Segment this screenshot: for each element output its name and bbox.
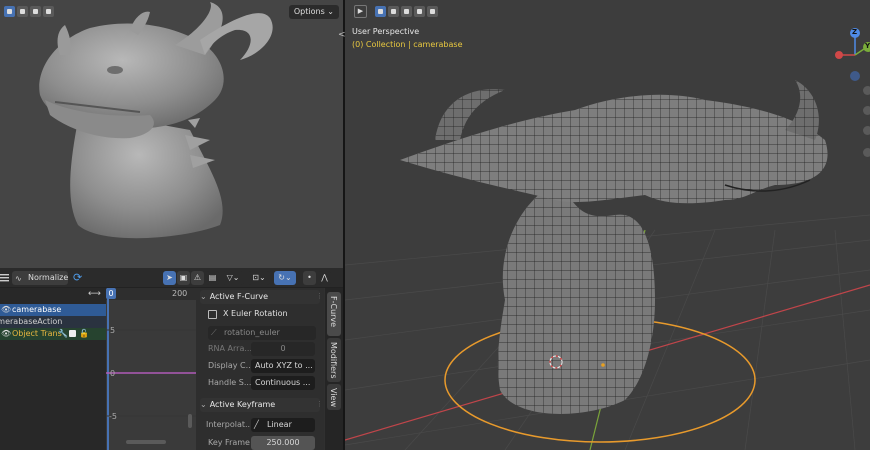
display-color-label: Display C... — [208, 361, 254, 370]
rna-array-field[interactable]: 0 — [251, 342, 315, 356]
select-mode-difference-icon[interactable] — [427, 6, 438, 17]
interpolation-dropdown[interactable]: ╱ Linear — [251, 418, 315, 432]
sidebar-panel: ⌄ Active F-Curve X Euler Rotation ⟋ rotat… — [196, 288, 330, 450]
filter-dropdown-icon[interactable]: ▽⌄ — [222, 271, 244, 285]
normalize-curve-icon: ∿ — [15, 274, 22, 283]
tab-label: View — [329, 388, 338, 407]
curve-canvas[interactable] — [106, 288, 196, 450]
current-frame-indicator[interactable]: 0 — [106, 288, 116, 299]
vertical-scrollbar — [188, 414, 192, 428]
key-frame-label: Key Frame — [208, 438, 250, 447]
ortho-toggle-icon[interactable] — [863, 148, 870, 157]
rna-path-value: rotation_euler — [224, 328, 280, 337]
dragon-mesh — [400, 80, 828, 414]
only-errors-warning-icon[interactable]: ⚠ — [191, 271, 204, 285]
show-hidden-icon[interactable]: ▣ — [177, 271, 190, 285]
select-mode-subtract-icon[interactable] — [30, 6, 41, 17]
channel-checkbox[interactable] — [69, 330, 76, 337]
visibility-eye-icon[interactable]: 👁 — [1, 304, 11, 316]
visibility-eye-icon[interactable]: 👁 — [1, 328, 11, 340]
handle-smoothing-value: Continuous ... — [255, 378, 311, 387]
tab-label: Modifiers — [329, 342, 338, 379]
play-toggle-icon[interactable]: ▶ — [354, 5, 367, 18]
render-header: Options ⌄ — [0, 0, 343, 22]
menu-icon[interactable] — [0, 273, 9, 282]
viewport-perspective-label: User Perspective — [352, 27, 420, 36]
options-dropdown[interactable]: Options ⌄ — [288, 5, 339, 19]
object-origin — [601, 363, 605, 367]
interpolation-label: Interpolat... — [206, 420, 253, 429]
proportional-edit-icon[interactable]: • — [303, 271, 316, 285]
pan-icon[interactable] — [863, 106, 870, 115]
select-mode-new-icon[interactable] — [4, 6, 15, 17]
rna-array-label: RNA Arra... — [208, 344, 252, 353]
y-tick-label: 5 — [110, 326, 116, 335]
handle-smoothing-label: Handle S... — [208, 378, 252, 387]
tab-fcurve[interactable]: F-Curve — [327, 292, 341, 336]
horizontal-scrollbar — [126, 440, 166, 444]
expand-channels-icon[interactable]: ⟷ — [88, 289, 101, 299]
active-fcurve-header[interactable]: ⌄ Active F-Curve — [200, 290, 320, 304]
select-mode-subtract-icon[interactable] — [401, 6, 412, 17]
gizmo-z-label: Z — [852, 28, 858, 36]
display-color-dropdown[interactable]: Auto XYZ to ... — [251, 359, 315, 373]
interpolation-value: Linear — [267, 420, 292, 429]
channel-color-swatch[interactable] — [208, 310, 217, 319]
auto-snap-icon[interactable]: ↻⌄ — [274, 271, 296, 285]
falloff-curve-icon[interactable]: ⋀ — [318, 271, 331, 285]
select-mode-intersect-icon[interactable] — [43, 6, 54, 17]
active-keyframe-header[interactable]: ⌄ Active Keyframe — [200, 398, 320, 412]
curve-area[interactable]: 0 200 5 0 -5 — [106, 288, 196, 450]
viewport-collection-label: (0) Collection | camerabase — [352, 40, 463, 49]
select-mode-buttons[interactable] — [4, 6, 56, 19]
3d-viewport[interactable]: Z Y ▶ User Perspective (0) Collection | … — [345, 0, 870, 450]
select-mode-intersect-icon[interactable] — [414, 6, 425, 17]
channel-list: ⟷ 👁 camerabase camerabaseAction 👁 Object… — [0, 288, 106, 450]
handle-smoothing-dropdown[interactable]: Continuous ... — [251, 376, 315, 390]
select-mode-extend-icon[interactable] — [17, 6, 28, 17]
channel-label: camerabaseAction — [0, 317, 63, 326]
graph-editor: ∿ Normalize ⟳ ➤ ▣ ⚠ ▤ ▽⌄ ⊡⌄ ↻⌄ • ⋀ ⟷ 👁 c… — [0, 268, 343, 450]
graph-editor-header: ∿ Normalize ⟳ ➤ ▣ ⚠ ▤ ▽⌄ ⊡⌄ ↻⌄ • ⋀ — [0, 268, 343, 288]
normalize-toggle[interactable]: ∿ Normalize — [12, 271, 68, 285]
select-mode-buttons[interactable] — [375, 6, 440, 19]
sidebar-tabs: F-Curve Modifiers View — [325, 288, 343, 450]
lock-icon[interactable]: 🔓 — [79, 328, 89, 340]
tab-modifiers[interactable]: Modifiers — [327, 338, 341, 382]
channel-row-camerabase[interactable]: 👁 camerabase — [0, 304, 106, 316]
dragon-render-image — [39, 2, 273, 239]
key-frame-field[interactable]: 250.000 — [251, 436, 315, 450]
rna-path-icon: ⟋ — [211, 328, 217, 337]
viewport-scene[interactable] — [345, 0, 870, 450]
y-tick-label: 0 — [110, 369, 116, 378]
normalize-label: Normalize — [28, 273, 69, 282]
frame-end-label: 200 — [172, 289, 188, 298]
gizmo-y-label: Y — [865, 42, 870, 50]
tab-label: F-Curve — [329, 296, 338, 328]
wrench-modifier-icon[interactable]: 🔧 — [58, 328, 68, 340]
zoom-icon[interactable] — [863, 86, 870, 95]
refresh-icon[interactable]: ⟳ — [73, 272, 82, 284]
channel-row-object-transforms[interactable]: 👁 Object Trans 🔧 🔓 — [0, 328, 106, 340]
tab-view[interactable]: View — [327, 384, 341, 410]
channel-label: Object Trans — [12, 329, 62, 338]
render-preview-area: Options ⌄ — [0, 0, 343, 268]
y-tick-label: -5 — [109, 412, 117, 421]
pivot-point-icon[interactable]: ⊡⌄ — [248, 271, 270, 285]
linear-interpolation-icon: ╱ — [254, 420, 259, 429]
only-selected-cursor-icon[interactable]: ➤ — [163, 271, 176, 285]
active-fcurve-title: Active F-Curve — [209, 292, 269, 301]
channel-label: camerabase — [12, 305, 62, 314]
active-keyframe-title: Active Keyframe — [209, 400, 276, 409]
ghost-curve-icon[interactable]: ▤ — [206, 271, 219, 285]
channel-name-label: X Euler Rotation — [223, 309, 288, 318]
camera-view-icon[interactable] — [863, 126, 870, 135]
display-color-value: Auto XYZ to ... — [255, 361, 313, 370]
viewport-header: ▶ — [345, 0, 870, 22]
channel-row-action[interactable]: camerabaseAction — [0, 316, 106, 328]
select-mode-new-icon[interactable] — [375, 6, 386, 17]
rna-path-field[interactable]: ⟋ rotation_euler — [208, 326, 316, 340]
select-mode-extend-icon[interactable] — [388, 6, 399, 17]
